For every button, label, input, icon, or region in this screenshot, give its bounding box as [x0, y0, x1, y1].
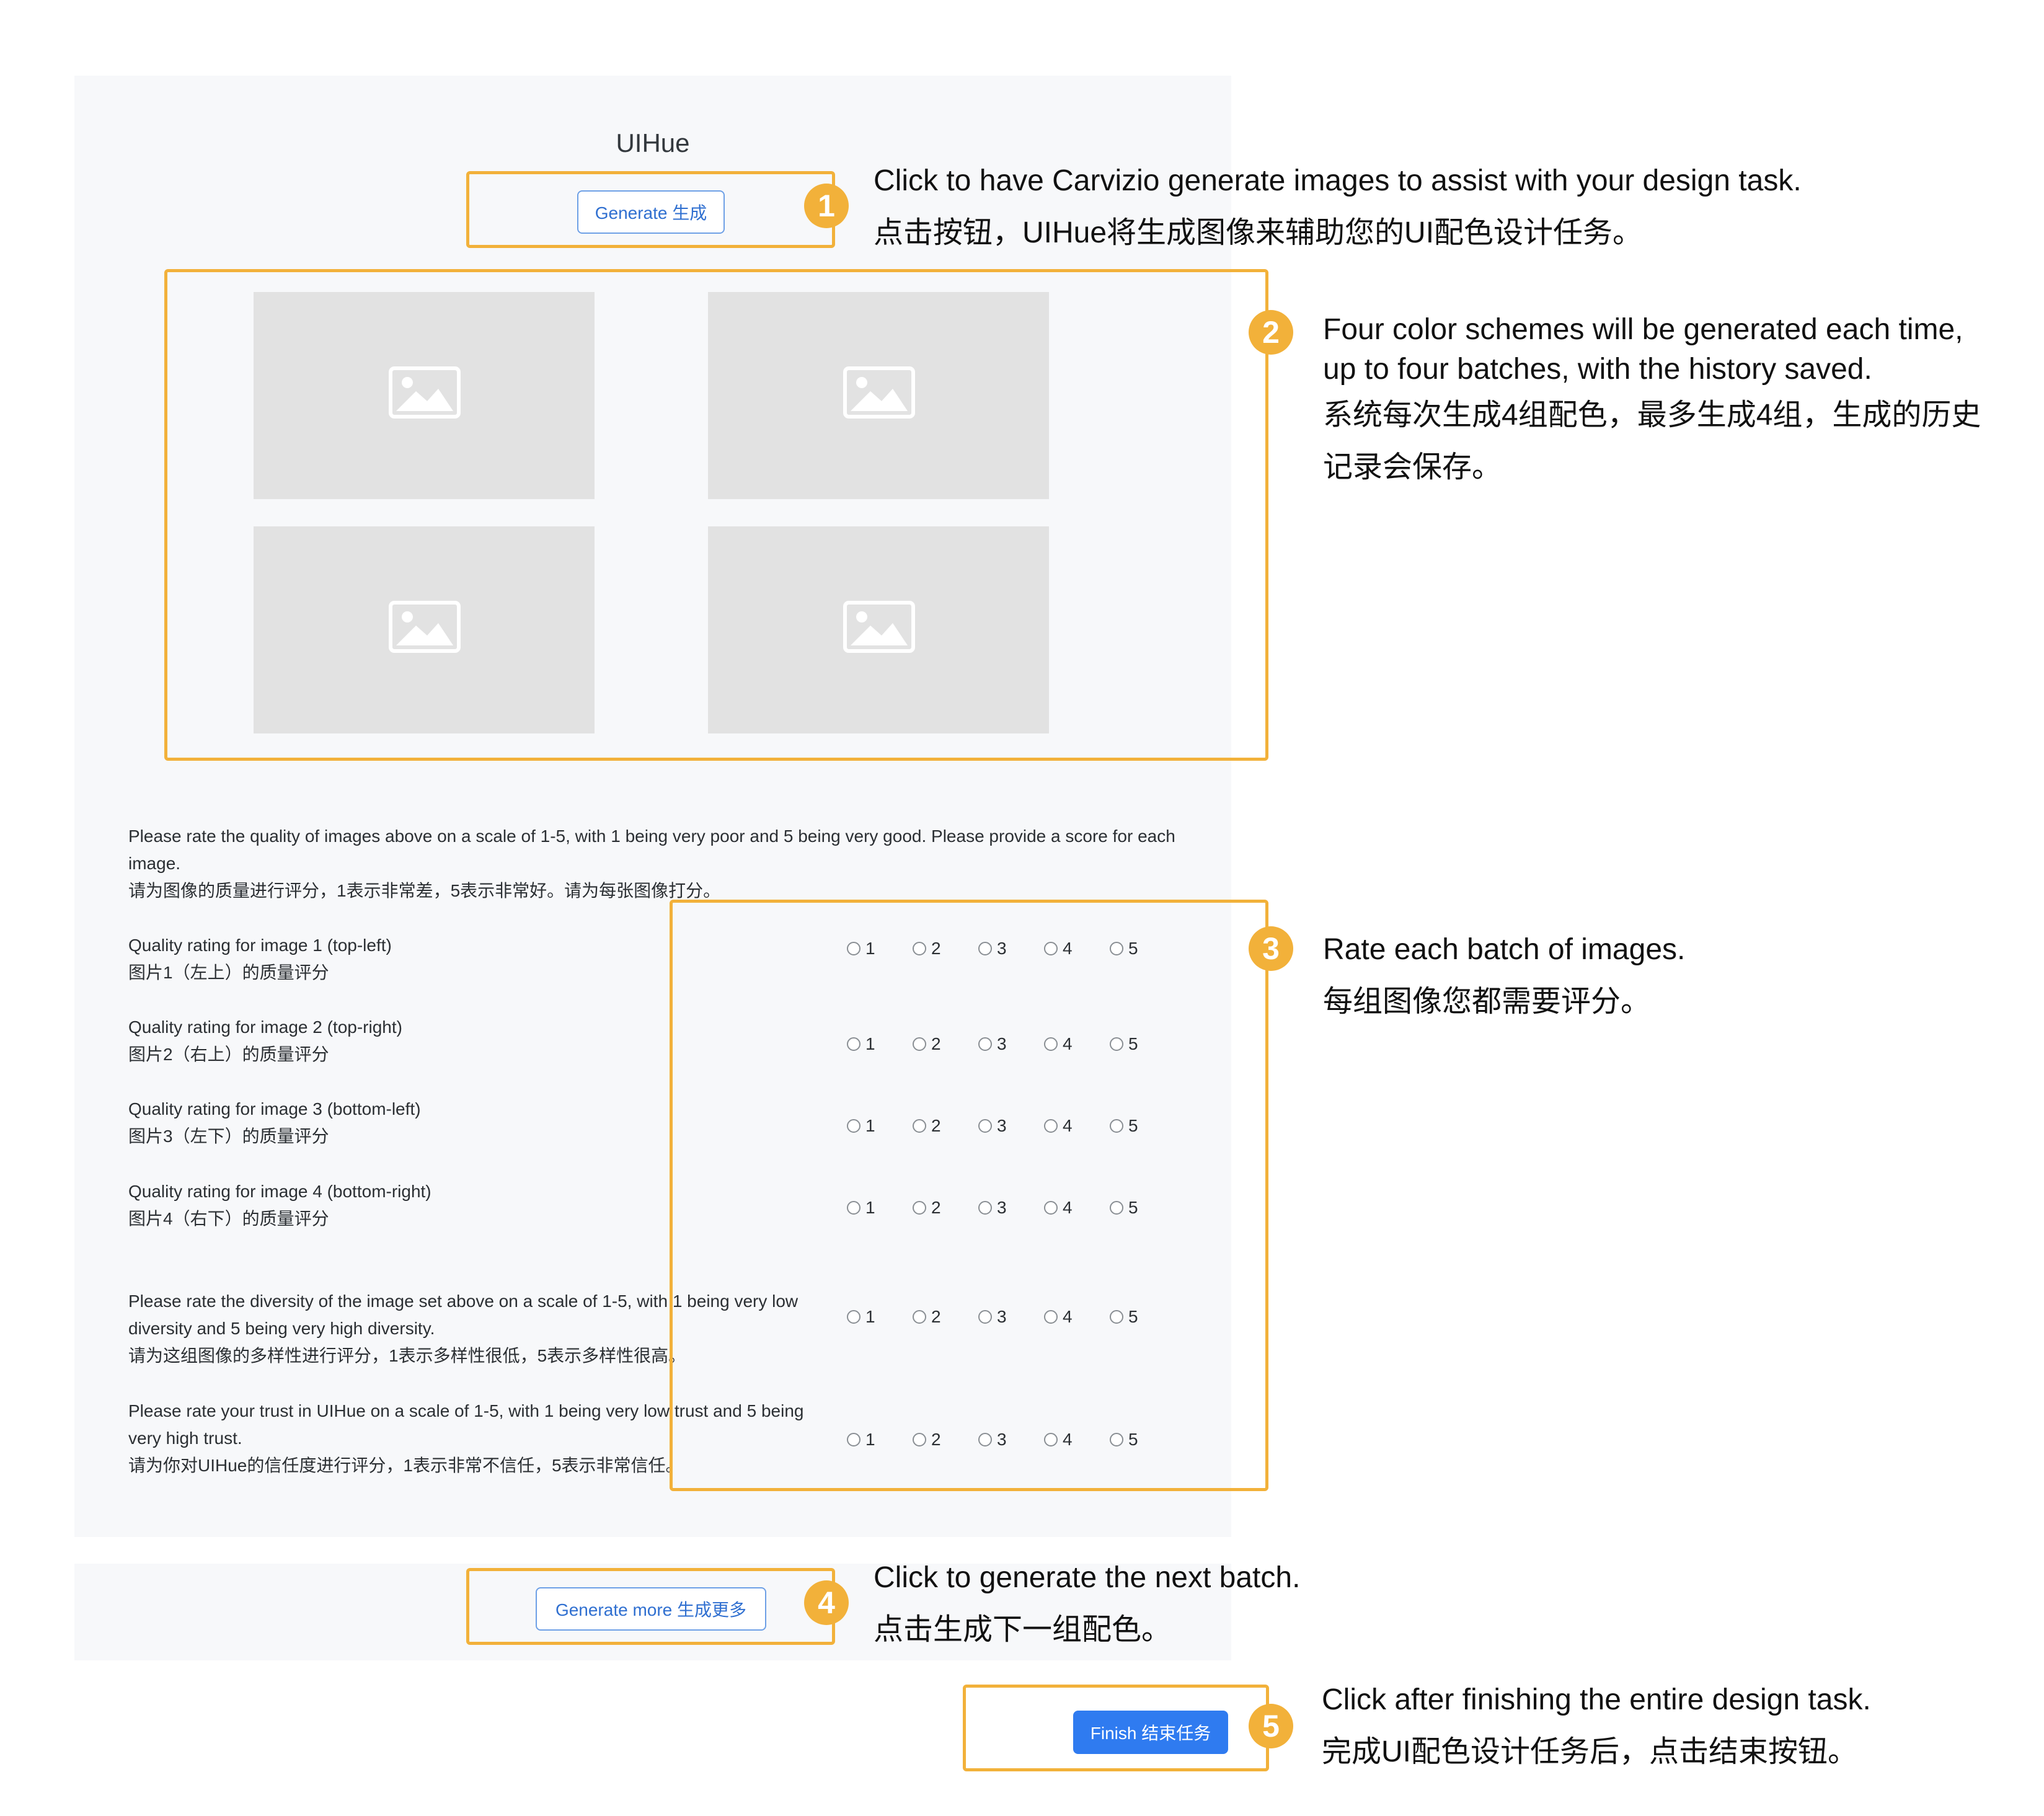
annotation-3: Rate each batch of images. 每组图像您都需要评分。: [1323, 924, 1685, 1028]
annotation-2-cn: 系统每次生成4组配色，最多生成4组，生成的历史记录会保存。: [1323, 399, 1981, 484]
generate-more-button[interactable]: Generate more 生成更多: [536, 1587, 766, 1631]
step-badge-5: 5: [1249, 1704, 1293, 1748]
annotation-1-cn: 点击按钮，UIHue将生成图像来辅助您的UI配色设计任务。: [874, 216, 1643, 249]
step-badge-1: 1: [804, 184, 849, 228]
annotation-4-en: Click to generate the next batch.: [874, 1561, 1301, 1594]
image-placeholder-icon: [843, 366, 915, 419]
highlight-box-3: [670, 900, 1268, 1491]
image-placeholder-icon: [843, 601, 915, 653]
annotation-3-en: Rate each batch of images.: [1323, 933, 1686, 966]
step-badge-2: 2: [1249, 310, 1293, 355]
image-placeholder-bottom-right: [708, 526, 1049, 733]
rating-intro: Please rate the quality of images above …: [128, 823, 1182, 905]
annotation-4: Click to generate the next batch. 点击生成下一…: [874, 1552, 1300, 1656]
annotation-2-en: Four color schemes will be generated eac…: [1323, 313, 1963, 386]
image-placeholder-icon: [389, 601, 461, 653]
annotation-4-cn: 点击生成下一组配色。: [874, 1613, 1172, 1646]
annotation-2: Four color schemes will be generated eac…: [1323, 310, 1993, 494]
annotation-5: Click after finishing the entire design …: [1322, 1674, 1871, 1778]
app-title: UIHue: [616, 128, 690, 157]
image-placeholder-icon: [389, 366, 461, 419]
annotation-5-en: Click after finishing the entire design …: [1322, 1683, 1871, 1716]
step-badge-4: 4: [804, 1580, 849, 1625]
generate-button[interactable]: Generate 生成: [577, 190, 725, 234]
image-placeholder-top-left: [254, 292, 595, 499]
step-badge-3: 3: [1249, 926, 1293, 971]
image-placeholder-bottom-left: [254, 526, 595, 733]
image-placeholder-top-right: [708, 292, 1049, 499]
annotation-3-cn: 每组图像您都需要评分。: [1323, 985, 1651, 1018]
annotation-1: Click to have Carvizio generate images t…: [874, 155, 1802, 259]
annotation-5-cn: 完成UI配色设计任务后，点击结束按钮。: [1322, 1735, 1858, 1768]
annotation-1-en: Click to have Carvizio generate images t…: [874, 164, 1802, 197]
rating-intro-en: Please rate the quality of images above …: [128, 826, 1175, 873]
finish-button[interactable]: Finish 结束任务: [1073, 1711, 1228, 1754]
